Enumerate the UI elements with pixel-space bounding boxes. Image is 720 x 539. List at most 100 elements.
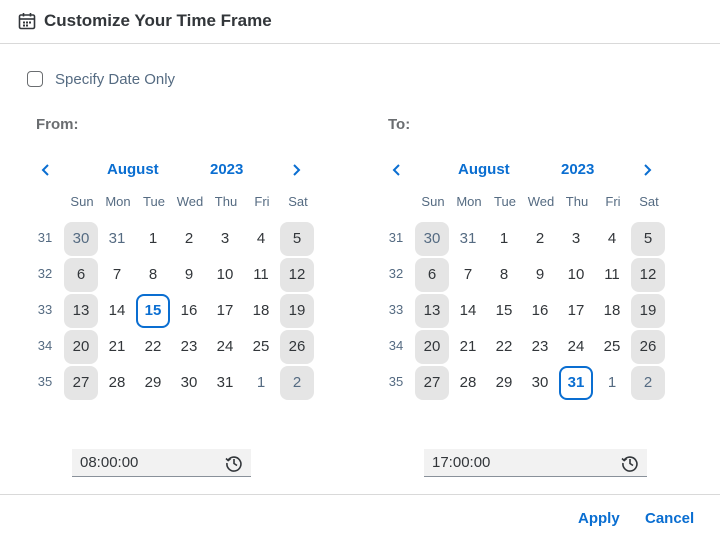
from-month-button[interactable]: August (107, 161, 159, 178)
day-cell[interactable]: 27 (64, 366, 98, 400)
weekday-label: Sun (70, 194, 94, 209)
day-cell[interactable]: 26 (631, 330, 665, 364)
from-year-button[interactable]: 2023 (210, 161, 243, 178)
day-cell[interactable]: 13 (64, 294, 98, 328)
to-calendar-nav: August 2023 (379, 158, 699, 182)
day-cell[interactable]: 7 (451, 258, 485, 292)
day-cell[interactable]: 16 (523, 294, 557, 328)
day-cell[interactable]: 28 (451, 366, 485, 400)
day-cell[interactable]: 30 (64, 222, 98, 256)
day-cell[interactable]: 2 (631, 366, 665, 400)
day-cell[interactable]: 31 (208, 366, 242, 400)
day-cell[interactable]: 19 (631, 294, 665, 328)
day-cell[interactable]: 17 (208, 294, 242, 328)
day-cell[interactable]: 10 (208, 258, 242, 292)
day-cell[interactable]: 8 (487, 258, 521, 292)
day-cell[interactable]: 2 (523, 222, 557, 256)
day-cell[interactable]: 30 (523, 366, 557, 400)
day-cell[interactable]: 1 (244, 366, 278, 400)
day-cell[interactable]: 30 (415, 222, 449, 256)
day-cell[interactable]: 26 (280, 330, 314, 364)
day-cell[interactable]: 21 (451, 330, 485, 364)
to-time-input[interactable]: 17:00:00 (424, 449, 647, 477)
day-cell[interactable]: 31 (559, 366, 593, 400)
day-cell[interactable]: 22 (487, 330, 521, 364)
day-cell[interactable]: 6 (64, 258, 98, 292)
day-cell[interactable]: 3 (559, 222, 593, 256)
day-cell[interactable]: 16 (172, 294, 206, 328)
day-cell[interactable]: 11 (244, 258, 278, 292)
day-cell[interactable]: 1 (136, 222, 170, 256)
weekday-label: Tue (494, 194, 516, 209)
day-cell[interactable]: 2 (172, 222, 206, 256)
week-number: 32 (37, 266, 53, 281)
day-cell[interactable]: 18 (595, 294, 629, 328)
day-cell[interactable]: 1 (595, 366, 629, 400)
weekday-label: Thu (565, 194, 589, 209)
weekday-label: Sun (421, 194, 445, 209)
day-cell[interactable]: 4 (595, 222, 629, 256)
chevron-left-icon[interactable] (387, 160, 407, 180)
to-year-button[interactable]: 2023 (561, 161, 594, 178)
day-cell[interactable]: 12 (631, 258, 665, 292)
day-cell[interactable]: 14 (451, 294, 485, 328)
weekday-label: Fri (254, 194, 270, 209)
weekday-label: Wed (527, 194, 555, 209)
day-cell[interactable]: 21 (100, 330, 134, 364)
day-cell[interactable]: 28 (100, 366, 134, 400)
day-cell[interactable]: 1 (487, 222, 521, 256)
day-cell[interactable]: 15 (487, 294, 521, 328)
day-cell[interactable]: 6 (415, 258, 449, 292)
day-cell[interactable]: 10 (559, 258, 593, 292)
week-row: 34 20 21 22 23 24 25 26 (28, 330, 348, 366)
day-cell[interactable]: 18 (244, 294, 278, 328)
day-cell[interactable]: 7 (100, 258, 134, 292)
day-cell[interactable]: 29 (487, 366, 521, 400)
day-cell[interactable]: 5 (280, 222, 314, 256)
day-cell[interactable]: 24 (559, 330, 593, 364)
from-calendar: August 2023 Sun Mon Tue Wed Thu Fri Sat 31 30 31… (28, 158, 348, 400)
day-cell[interactable]: 25 (595, 330, 629, 364)
day-cell[interactable]: 17 (559, 294, 593, 328)
day-cell[interactable]: 13 (415, 294, 449, 328)
specify-date-only-checkbox[interactable] (27, 71, 43, 87)
chevron-right-icon[interactable] (637, 160, 657, 180)
day-cell[interactable]: 9 (523, 258, 557, 292)
from-calendar-nav: August 2023 (28, 158, 348, 182)
day-cell[interactable]: 12 (280, 258, 314, 292)
day-cell[interactable]: 29 (136, 366, 170, 400)
day-cell[interactable]: 20 (64, 330, 98, 364)
day-cell[interactable]: 25 (244, 330, 278, 364)
weekday-label: Tue (143, 194, 165, 209)
chevron-right-icon[interactable] (286, 160, 306, 180)
day-cell[interactable]: 22 (136, 330, 170, 364)
day-cell[interactable]: 5 (631, 222, 665, 256)
day-cell[interactable]: 27 (415, 366, 449, 400)
time-history-icon[interactable] (621, 454, 639, 472)
day-cell[interactable]: 4 (244, 222, 278, 256)
day-cell[interactable]: 30 (172, 366, 206, 400)
day-cell[interactable]: 8 (136, 258, 170, 292)
day-cell[interactable]: 31 (100, 222, 134, 256)
day-cell[interactable]: 11 (595, 258, 629, 292)
day-cell[interactable]: 23 (523, 330, 557, 364)
to-month-button[interactable]: August (458, 161, 510, 178)
day-cell[interactable]: 15 (136, 294, 170, 328)
day-cell[interactable]: 19 (280, 294, 314, 328)
from-time-input[interactable]: 08:00:00 (72, 449, 251, 477)
day-cell[interactable]: 31 (451, 222, 485, 256)
day-cell[interactable]: 3 (208, 222, 242, 256)
day-cell[interactable]: 23 (172, 330, 206, 364)
cancel-button[interactable]: Cancel (645, 510, 694, 527)
day-cell[interactable]: 20 (415, 330, 449, 364)
apply-button[interactable]: Apply (578, 510, 620, 527)
week-number: 33 (37, 302, 53, 317)
day-cell[interactable]: 9 (172, 258, 206, 292)
time-history-icon[interactable] (225, 454, 243, 472)
chevron-left-icon[interactable] (36, 160, 56, 180)
day-cell[interactable]: 2 (280, 366, 314, 400)
week-number: 35 (388, 374, 404, 389)
week-number: 34 (37, 338, 53, 353)
day-cell[interactable]: 14 (100, 294, 134, 328)
day-cell[interactable]: 24 (208, 330, 242, 364)
